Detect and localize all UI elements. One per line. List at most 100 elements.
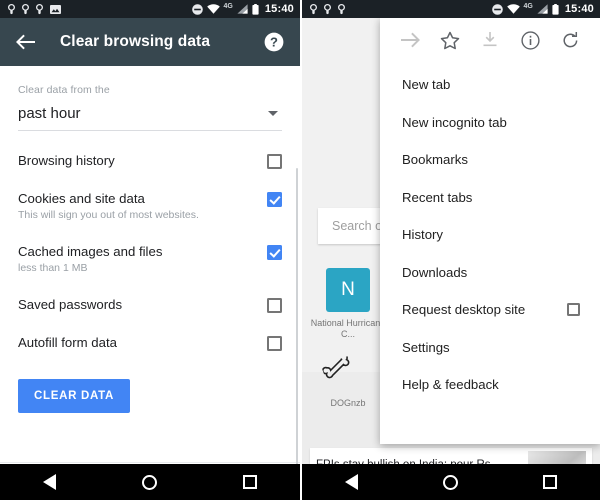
reload-icon[interactable] [557,27,583,53]
system-navigation-bar [302,464,600,500]
menu-item-request-desktop-site[interactable]: Request desktop site [380,291,600,329]
time-range-select[interactable]: past hour [18,101,282,131]
wifi-icon [206,4,220,14]
location-icon [8,3,15,15]
back-nav-button[interactable] [43,474,56,490]
back-arrow-icon[interactable] [14,30,38,54]
clear-data-button[interactable]: CLEAR DATA [18,379,131,413]
do-not-disturb-icon [491,3,503,15]
time-range-value: past hour [18,105,81,122]
signal-icon [237,4,248,14]
scrollbar-thumb[interactable] [296,168,298,498]
saved-passwords-checkbox[interactable] [267,298,282,313]
option-sublabel: less than 1 MB [18,262,88,274]
image-icon [50,4,61,14]
clear-data-content: Clear data from the past hour Browsing h… [0,84,300,500]
help-circle-icon[interactable]: ? [262,30,286,54]
shortcut-label: National Hurricane C... [310,318,386,339]
autofill-form-data-checkbox[interactable] [267,336,282,351]
status-bar-left-icons [8,3,61,15]
cached-images-checkbox[interactable] [267,245,282,260]
menu-item-label: History [402,227,444,243]
app-bar: Clear browsing data ? [0,18,300,66]
location-icon [324,3,331,15]
menu-item-label: Downloads [402,264,468,280]
recents-nav-button[interactable] [243,475,257,489]
menu-item-label: Settings [402,339,450,355]
option-row[interactable]: Saved passwords [18,297,282,313]
option-label: Cookies and site data [18,191,145,206]
status-bar-right-icons: 4G 15:40 [191,2,294,15]
forward-arrow-icon[interactable] [397,27,423,53]
system-navigation-bar [0,464,300,500]
overflow-menu: New tab New incognito tab Bookmarks Rece… [380,18,600,444]
request-desktop-site-checkbox[interactable] [567,303,580,317]
overflow-menu-icon-row [380,18,600,62]
cookies-site-data-checkbox[interactable] [267,192,282,207]
left-phone-panel: 4G 15:40 Clear browsing data ? Clear dat… [0,0,300,500]
status-bar-right: 4G 15:40 [302,0,600,18]
wifi-icon [506,4,520,14]
option-row[interactable]: Cached images and files less than 1 MB [18,244,282,275]
overflow-menu-items: New tab New incognito tab Bookmarks Rece… [380,62,600,444]
location-icon [22,3,29,15]
browsing-history-checkbox[interactable] [267,154,282,169]
chevron-down-icon [268,111,278,116]
location-icon [36,3,43,15]
menu-item-downloads[interactable]: Downloads [380,254,600,292]
signal-icon [537,4,548,14]
svg-text:?: ? [270,35,278,50]
option-sublabel: This will sign you out of most websites. [18,209,199,221]
bookmark-star-icon[interactable] [437,27,463,53]
menu-item-help-feedback[interactable]: Help & feedback [380,366,600,404]
option-label: Autofill form data [18,335,117,350]
screenshot-stage: 4G 15:40 Clear browsing data ? Clear dat… [0,0,600,500]
option-label: Browsing history [18,153,115,168]
option-texts: Browsing history [18,153,125,168]
page-info-icon[interactable] [517,27,543,53]
recents-nav-button[interactable] [543,475,558,489]
back-nav-button[interactable] [344,474,358,490]
option-label: Saved passwords [18,297,123,312]
download-icon[interactable] [477,27,503,53]
clock-label: 15:40 [264,3,294,15]
menu-item-label: Request desktop site [402,302,526,318]
battery-icon [552,3,559,15]
menu-item-new-incognito-tab[interactable]: New incognito tab [380,104,600,142]
option-texts: Cached images and files less than 1 MB [18,244,172,275]
location-icon [310,3,317,15]
search-placeholder: Search or [332,219,387,233]
menu-item-recent-tabs[interactable]: Recent tabs [380,179,600,217]
menu-item-history[interactable]: History [380,216,600,254]
status-bar-right-icons: 4G 15:40 [491,2,594,15]
page-title: Clear browsing data [60,33,211,50]
menu-item-bookmarks[interactable]: Bookmarks [380,141,600,179]
network-type-label: 4G [223,2,233,10]
option-row[interactable]: Cookies and site data This will sign you… [18,191,282,222]
status-bar-left-icons [310,3,345,15]
menu-item-label: Bookmarks [402,152,468,168]
menu-item-label: Recent tabs [402,189,473,205]
status-bar-left: 4G 15:40 [0,0,300,18]
option-row[interactable]: Autofill form data [18,335,282,351]
time-range-label: Clear data from the [18,84,110,96]
do-not-disturb-icon [191,3,203,15]
option-texts: Autofill form data [18,335,127,350]
menu-item-label: New tab [402,77,451,93]
home-nav-button[interactable] [442,474,458,490]
menu-item-label: New incognito tab [402,114,507,130]
network-type-label: 4G [523,2,533,10]
menu-item-label: Help & feedback [402,377,499,393]
clock-label: 15:40 [564,3,594,15]
option-row[interactable]: Browsing history [18,153,282,169]
location-icon [338,3,345,15]
battery-icon [252,3,259,15]
home-nav-button[interactable] [142,474,157,490]
option-texts: Saved passwords [18,297,132,312]
option-texts: Cookies and site data This will sign you… [18,191,209,222]
shortcut-tile-national-hurricane[interactable]: N [326,268,370,312]
right-phone-panel: 4G 15:40 Search or N National Hurricane … [300,0,600,500]
menu-item-settings[interactable]: Settings [380,329,600,367]
menu-item-new-tab[interactable]: New tab [380,66,600,104]
shortcut-label: DOGnzb [330,398,366,408]
